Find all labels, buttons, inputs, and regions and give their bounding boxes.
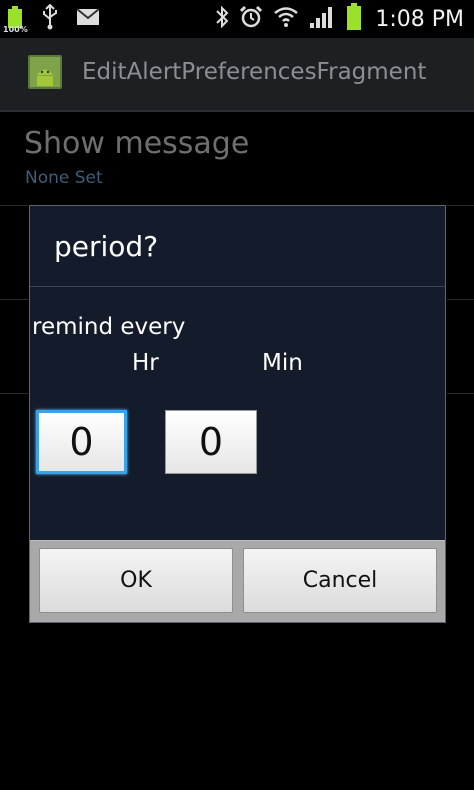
battery-icon	[345, 3, 363, 35]
action-bar-title: EditAlertPreferencesFragment	[82, 59, 427, 85]
action-bar: EditAlertPreferencesFragment	[0, 38, 474, 112]
android-app-icon	[27, 54, 63, 90]
status-bar-right: 1:08 PM	[215, 3, 464, 35]
mail-icon	[76, 8, 100, 30]
alarm-icon	[239, 5, 263, 33]
preference-summary: None Set	[25, 168, 103, 188]
signal-icon	[309, 5, 335, 33]
dialog-button-bar: OK Cancel	[30, 540, 445, 622]
wifi-icon	[273, 6, 299, 32]
minutes-input[interactable]: 0	[165, 410, 257, 474]
clock: 1:08 PM	[375, 6, 464, 32]
usb-icon	[40, 3, 60, 34]
period-dialog: period? remind every Hr Min 0 0 OK Cance…	[29, 205, 446, 623]
status-bar-left: 100%	[3, 3, 100, 34]
dialog-title: period?	[54, 230, 159, 263]
battery-icon: 100%	[3, 6, 28, 34]
hours-label: Hr	[132, 350, 159, 376]
bluetooth-icon	[215, 5, 229, 33]
screen: 100% 1:08 PM EditAlertPreferencesFragmen…	[0, 0, 474, 790]
preference-title: Show message	[24, 126, 250, 161]
remind-every-label: remind every	[32, 314, 186, 340]
ok-button[interactable]: OK	[39, 548, 233, 613]
minutes-label: Min	[262, 350, 303, 376]
battery-percent-label: 100%	[3, 25, 28, 34]
hours-input[interactable]: 0	[36, 410, 127, 474]
cancel-button[interactable]: Cancel	[243, 548, 437, 613]
preference-item-show-message[interactable]: Show message None Set	[0, 112, 474, 206]
dialog-divider	[30, 286, 445, 287]
status-bar: 100% 1:08 PM	[0, 0, 474, 38]
